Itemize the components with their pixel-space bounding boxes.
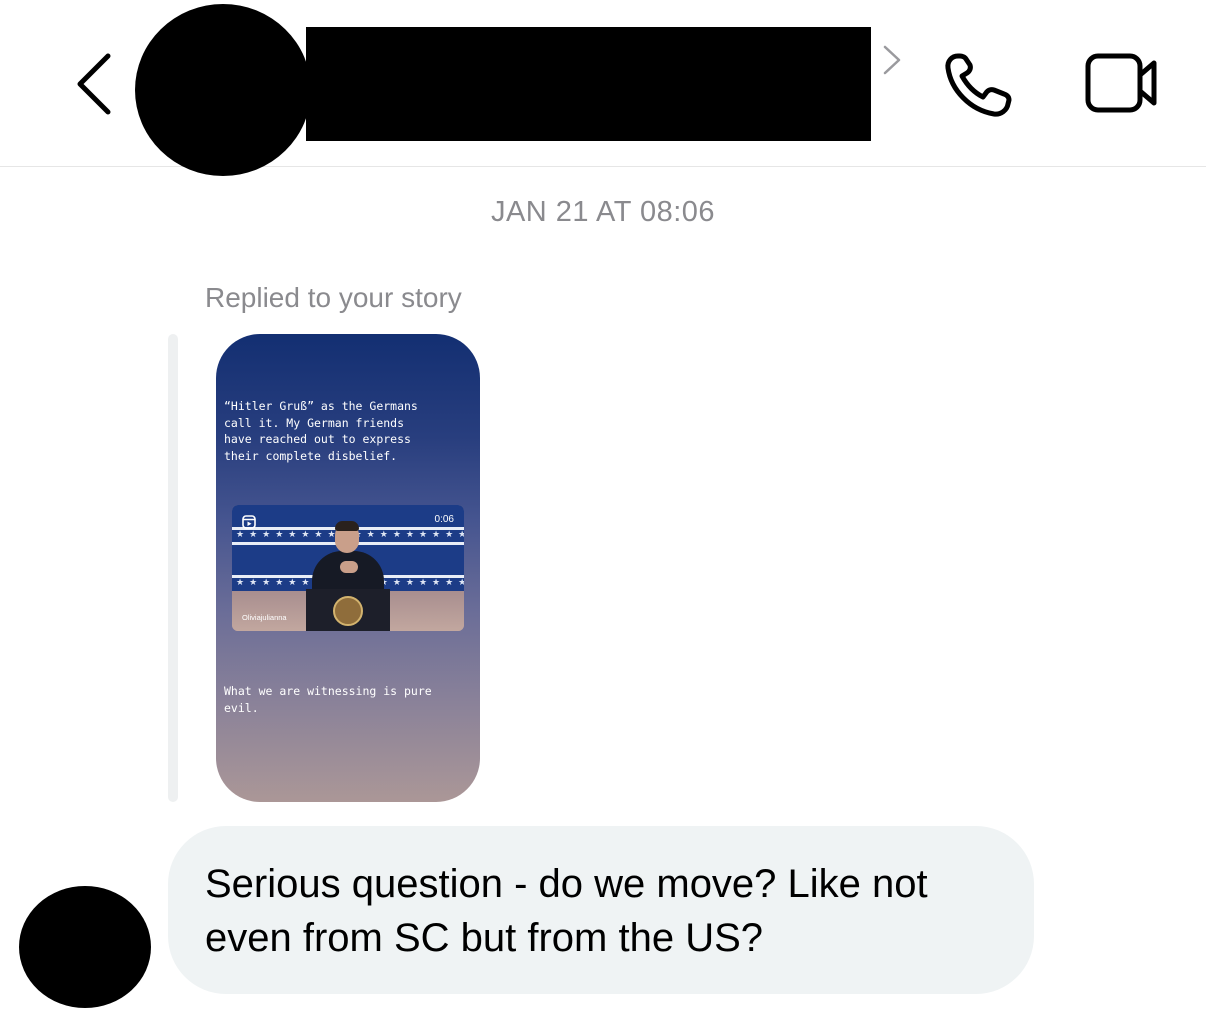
podium-seal <box>333 596 363 626</box>
story-reply-label: Replied to your story <box>205 282 462 313</box>
contact-avatar[interactable] <box>135 4 311 176</box>
reel-duration: 0:06 <box>434 514 454 525</box>
audio-call-button[interactable] <box>940 50 1016 120</box>
speaker-hand <box>340 561 358 573</box>
video-call-button[interactable] <box>1082 50 1162 116</box>
reply-indicator-bar <box>168 334 178 802</box>
contact-details-button[interactable] <box>880 44 904 76</box>
chevron-right-icon <box>883 45 901 75</box>
back-button[interactable] <box>74 52 116 116</box>
story-preview[interactable]: “Hitler Gruß” as the Germans call it. My… <box>216 334 480 802</box>
message-text: Serious question - do we move? Like not … <box>205 862 928 960</box>
message-timestamp: JAN 21 AT 08:06 <box>490 196 716 228</box>
video-camera-icon <box>1085 53 1157 113</box>
contact-name[interactable] <box>306 27 871 141</box>
phone-icon <box>945 53 1012 117</box>
sender-avatar[interactable] <box>19 886 151 1008</box>
chevron-left-icon <box>77 53 111 115</box>
story-top-text: “Hitler Gruß” as the Germans call it. My… <box>224 399 418 463</box>
story-bottom-text: What we are witnessing is pure evil. <box>224 684 432 715</box>
reels-icon <box>242 515 256 529</box>
reel-username: Oliviajulianna <box>242 613 287 622</box>
speaker-hair <box>335 521 359 531</box>
reel-thumbnail[interactable]: ★★★★★★★★★★★★★★★★★★ ★★★★★★★★★★★★★★★★★★ 0:… <box>232 505 464 631</box>
